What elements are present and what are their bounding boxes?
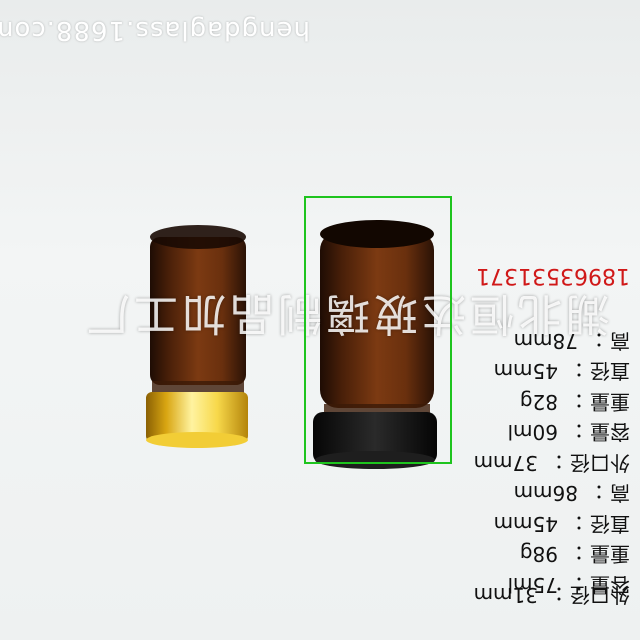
spec-value: 98g [519,542,558,567]
spec-line: 高：78mm [513,329,630,353]
spec-line: 高：86mm [513,481,630,506]
spec-label: 直径 [590,512,630,536]
spec-line: 直径：45mm [493,512,630,536]
spec-line: 直径：45mm [493,359,630,384]
highlight-box [304,196,452,464]
spec-label: 重量 [590,390,630,414]
spec-list-full: 容量：75ml 重量：98g 直径：45mm 高：86mm 外口径：37mm 容… [430,326,630,601]
spec-label: 容量 [590,420,630,445]
spec-label: 重量 [590,542,630,567]
spec-value: 37mm [473,451,538,475]
spec-label: 高 [610,481,630,506]
spec-line: 重量：82g [519,390,630,414]
spec-value: 82g [519,390,558,414]
spec-label: 容量 [590,573,630,597]
spec-label: 外口径 [570,451,630,475]
spec-line: 容量：75ml [507,573,631,597]
spec-line: 容量：60ml [507,420,631,445]
spec-line: 重量：98g [519,542,630,567]
spec-value: 86mm [513,481,578,506]
spec-label: 直径 [590,359,630,384]
spec-value: 45mm [493,512,558,536]
spec-label: 高 [610,329,630,353]
spec-line: 外口径：37mm [473,451,630,475]
spec-value: 78mm [513,329,578,353]
spec-value: 75ml [507,573,559,597]
spec-value: 45mm [493,359,558,384]
spec-value: 60ml [507,420,559,445]
